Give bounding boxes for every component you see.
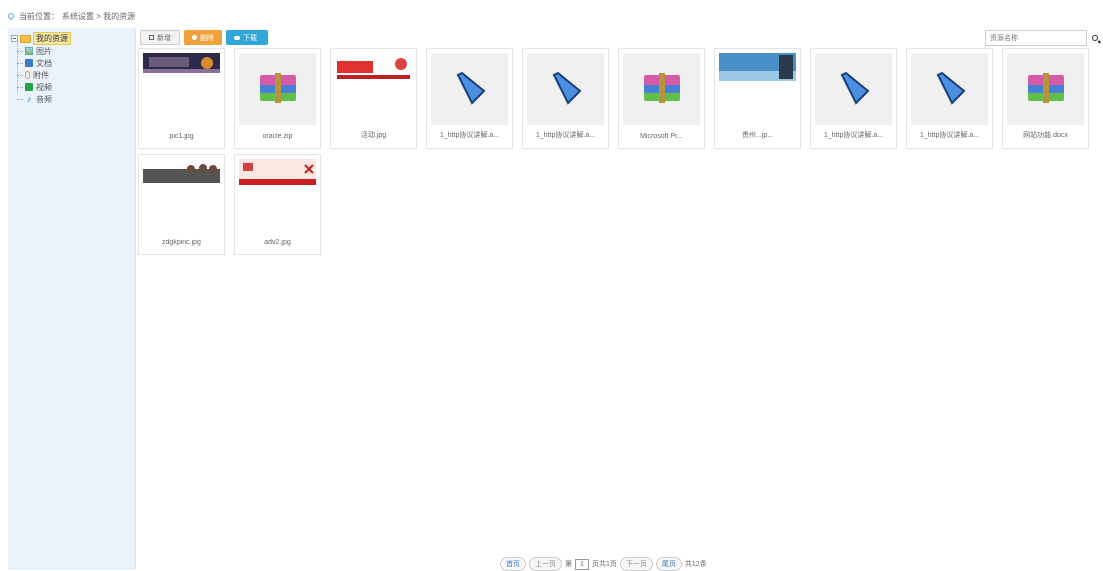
file-name: pic1.jpg [169, 133, 194, 140]
file-thumbnail [143, 159, 220, 231]
delete-button[interactable]: 删除 [184, 30, 222, 45]
page-number-input[interactable]: 1 [575, 558, 589, 570]
file-thumbnail [143, 53, 220, 125]
file-thumbnail [239, 53, 316, 125]
search-box [985, 30, 1103, 46]
sidebar-item-label: 视频 [36, 82, 52, 92]
video-icon [25, 83, 33, 91]
pagination: 首页 上一页 第 1 页共1页 下一页 尾页 共12条 [500, 557, 707, 571]
sidebar-item-label: 音频 [36, 94, 52, 104]
delete-button-label: 删除 [200, 34, 214, 42]
file-name: Microsoft Pr... [640, 133, 683, 140]
prev-page-button[interactable]: 上一页 [529, 557, 562, 571]
attachment-icon [25, 71, 30, 79]
file-card[interactable]: 活动.jpg [330, 48, 417, 149]
file-name: 1_http协议讲解.a... [823, 132, 884, 139]
archive-icon [643, 73, 680, 103]
breadcrumb-path: 系统设置 > 我的资源 [62, 11, 136, 21]
file-thumbnail [431, 53, 508, 125]
file-thumbnail [335, 53, 412, 125]
toolbar: 新增 删除 下载 [140, 30, 268, 45]
file-name: 网站功能.docx [1023, 132, 1068, 139]
sidebar-item-images[interactable]: 图片 [17, 45, 52, 57]
sidebar-item-label: 附件 [33, 70, 49, 80]
new-button-label: 新增 [157, 34, 171, 42]
audio-icon: ♪ [26, 94, 32, 104]
tree-root-label[interactable]: 我的资源 [33, 32, 71, 45]
page-suffix: 页共1页 [592, 561, 617, 568]
photo-thumbnail [143, 53, 220, 73]
document-icon [25, 59, 33, 67]
file-name: 1_http协议讲解.a... [919, 132, 980, 139]
file-card[interactable]: 1_http协议讲解.a... [426, 48, 513, 149]
photo-thumbnail [719, 53, 796, 81]
file-name: 贵州...jp... [741, 132, 774, 139]
file-name: zdgkpinc.jpg [162, 239, 201, 246]
file-card[interactable]: zdgkpinc.jpg [138, 154, 225, 255]
sidebar: 我的资源 图片 文档 附件 视频 ♪ 音频 [8, 28, 136, 570]
file-thumbnail [815, 53, 892, 125]
video-file-icon [840, 71, 869, 105]
file-thumbnail [239, 159, 316, 231]
add-icon [149, 35, 154, 40]
sidebar-item-audio[interactable]: ♪ 音频 [17, 93, 52, 105]
search-icon [1092, 35, 1098, 41]
file-name: 1_http协议讲解.a... [439, 132, 500, 139]
file-card[interactable]: 1_http协议讲解.a... [906, 48, 993, 149]
file-thumbnail [1007, 53, 1084, 125]
file-name: adv2.jpg [264, 239, 291, 246]
file-thumbnail [623, 53, 700, 125]
file-thumbnail [719, 53, 796, 125]
photo-thumbnail [239, 159, 316, 185]
download-button[interactable]: 下载 [226, 30, 268, 45]
tree-children: 图片 文档 附件 视频 ♪ 音频 [17, 43, 52, 105]
file-card[interactable]: oracle.zip [234, 48, 321, 149]
breadcrumb: 当前位置： 系统设置 > 我的资源 [6, 10, 136, 22]
file-name: 活动.jpg [360, 132, 387, 139]
first-page-button[interactable]: 首页 [500, 557, 526, 571]
sidebar-item-attachments[interactable]: 附件 [17, 69, 52, 81]
last-page-button[interactable]: 尾页 [655, 557, 682, 571]
total-count: 共12条 [684, 561, 707, 568]
file-card[interactable]: 网站功能.docx [1002, 48, 1089, 149]
sidebar-item-label: 文档 [36, 58, 52, 68]
file-name: oracle.zip [262, 133, 293, 140]
file-card[interactable]: adv2.jpg [234, 154, 321, 255]
file-card[interactable]: 贵州...jp... [714, 48, 801, 149]
collapse-toggle-icon[interactable] [11, 35, 18, 42]
photo-thumbnail [143, 164, 220, 183]
sidebar-item-documents[interactable]: 文档 [17, 57, 52, 69]
video-file-icon [456, 71, 485, 105]
file-thumbnail [911, 53, 988, 125]
video-file-icon [936, 71, 965, 105]
archive-icon [259, 73, 296, 103]
search-input[interactable] [985, 30, 1087, 46]
sidebar-item-videos[interactable]: 视频 [17, 81, 52, 93]
image-icon [25, 47, 33, 55]
file-card[interactable]: 1_http协议讲解.a... [810, 48, 897, 149]
archive-icon [1027, 73, 1064, 103]
file-card[interactable]: pic1.jpg [138, 48, 225, 149]
location-pin-icon [6, 11, 16, 21]
folder-icon [20, 34, 31, 43]
page-prefix: 第 [565, 561, 572, 568]
file-name: 1_http协议讲解.a... [535, 132, 596, 139]
trash-icon [192, 35, 197, 40]
search-button[interactable] [1087, 30, 1103, 46]
file-card[interactable]: 1_http协议讲解.a... [522, 48, 609, 149]
file-thumbnail [527, 53, 604, 125]
tree-root-my-resources[interactable]: 我的资源 [11, 32, 71, 45]
download-button-label: 下载 [243, 34, 257, 42]
photo-thumbnail [335, 53, 412, 79]
cloud-download-icon [234, 35, 240, 40]
breadcrumb-label: 当前位置： [19, 11, 59, 21]
file-card[interactable]: Microsoft Pr... [618, 48, 705, 149]
new-button[interactable]: 新增 [140, 30, 180, 45]
sidebar-item-label: 图片 [36, 46, 52, 56]
video-file-icon [552, 71, 581, 105]
next-page-button[interactable]: 下一页 [619, 557, 653, 571]
